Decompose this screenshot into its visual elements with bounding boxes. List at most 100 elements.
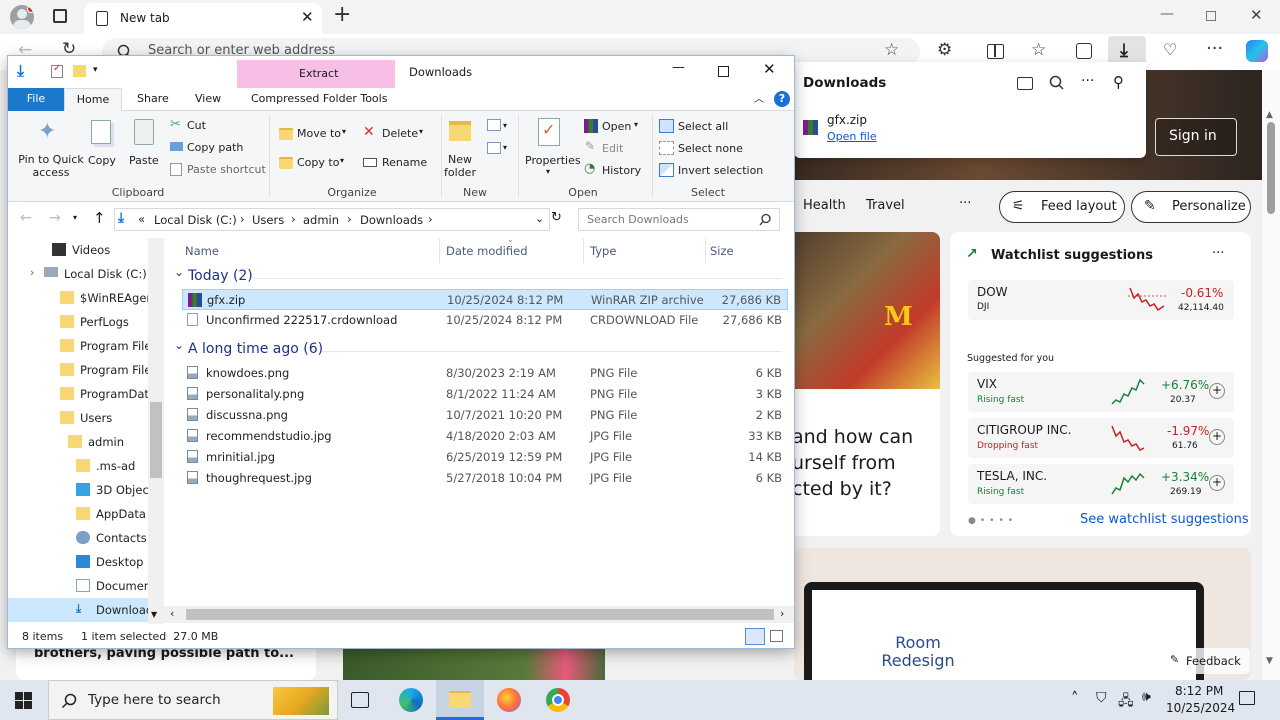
nav-item[interactable]: AppData xyxy=(8,502,148,526)
move-to-button[interactable]: Move to xyxy=(297,127,341,140)
tab-view[interactable]: View xyxy=(195,92,221,105)
security-tray-icon[interactable]: ⛉ xyxy=(1096,690,1107,706)
tab-compressed-folder-tools[interactable]: Compressed Folder Tools xyxy=(251,92,387,105)
breadcrumb[interactable]: ⤓ « Local Disk (C:) › Users › admin › Do… xyxy=(114,208,550,231)
nav-item[interactable]: Contacts xyxy=(8,526,148,550)
column-divider[interactable] xyxy=(439,238,440,263)
copy-button[interactable]: Copy xyxy=(88,154,116,167)
move-to-dropdown-icon[interactable]: ▾ xyxy=(342,127,346,136)
feedback-button[interactable]: ✎ Feedback xyxy=(1162,648,1250,674)
column-type[interactable]: Type xyxy=(590,244,616,258)
personalize-button[interactable]: ✎ Personalize xyxy=(1131,191,1251,223)
copy-to-button[interactable]: Copy to xyxy=(297,156,339,169)
scroll-thumb[interactable] xyxy=(1267,122,1275,214)
nav-item[interactable]: ProgramData xyxy=(8,382,156,406)
file-row[interactable]: Unconfirmed 222517.crdownload 10/25/2024 … xyxy=(182,310,788,331)
downloads-more-icon[interactable]: ··· xyxy=(1081,73,1094,89)
file-row[interactable]: discussna.png 10/7/2021 10:20 PM PNG File 2… xyxy=(182,405,788,426)
nav-item[interactable]: › Local Disk (C:) xyxy=(8,262,148,286)
collapse-group-icon[interactable]: ⌄ xyxy=(174,265,184,279)
breadcrumb-local-disk[interactable]: Local Disk (C:) xyxy=(154,213,237,227)
scroll-down-icon[interactable]: ▼ xyxy=(1266,656,1273,666)
large-icons-view-icon[interactable] xyxy=(770,630,783,642)
watchlist-more-icon[interactable]: ··· xyxy=(1212,246,1224,261)
nav-item[interactable]: admin xyxy=(8,430,148,454)
extensions-icon[interactable]: ⚙ xyxy=(937,40,952,60)
close-window-icon[interactable]: ✕ xyxy=(1250,6,1263,24)
group-header[interactable]: ⌄ A long time ago (6) xyxy=(172,338,782,361)
profile-avatar[interactable] xyxy=(10,5,34,29)
easy-access-dropdown-icon[interactable]: ▾ xyxy=(503,143,507,152)
column-name[interactable]: Name xyxy=(185,244,219,258)
copilot-icon[interactable] xyxy=(1246,40,1268,62)
qa-dropdown-icon[interactable]: ▾ xyxy=(93,65,98,75)
explorer-back-icon[interactable]: ← xyxy=(20,210,32,226)
properties-dropdown-icon[interactable]: ▾ xyxy=(546,167,550,176)
tab-file[interactable]: File xyxy=(8,88,64,111)
nav-item[interactable]: 3D Objects xyxy=(8,478,159,502)
address-dropdown-icon[interactable]: ⌄ xyxy=(535,212,544,225)
open-folder-icon[interactable] xyxy=(1017,77,1033,90)
properties-button[interactable]: Properties xyxy=(525,154,581,167)
help-icon[interactable]: ? xyxy=(774,91,790,107)
performance-icon[interactable]: ♡ xyxy=(1163,40,1177,59)
group-header[interactable]: ⌄ Today (2) xyxy=(172,265,782,288)
cut-button[interactable]: Cut xyxy=(187,119,206,132)
explorer-maximize-icon[interactable] xyxy=(718,66,729,77)
easy-access-icon[interactable] xyxy=(487,142,501,154)
stock-row-citigroup[interactable]: CITIGROUP INC. Dropping fast -1.97% 61.7… xyxy=(968,418,1234,458)
see-watchlist-link[interactable]: See watchlist suggestions xyxy=(1080,512,1249,527)
nav-item[interactable]: Users xyxy=(8,406,148,430)
nav-scrollbar[interactable]: ▼ xyxy=(148,238,164,624)
nav-travel[interactable]: Travel xyxy=(866,198,905,213)
nav-item[interactable]: Documents xyxy=(8,574,162,598)
nav-more-icon[interactable]: ··· xyxy=(959,196,971,211)
promo-card[interactable]: Room Redesign ✎ Feedback xyxy=(794,548,1251,680)
new-folder-qa-icon[interactable] xyxy=(73,65,86,77)
nav-health[interactable]: Health xyxy=(803,198,846,213)
nav-scroll-down-icon[interactable]: ▼ xyxy=(151,610,157,619)
clock-date[interactable]: 10/25/2024 xyxy=(1166,701,1235,715)
tab-actions-icon[interactable] xyxy=(53,9,67,23)
windows-start-icon[interactable] xyxy=(15,692,32,709)
file-explorer-taskbar-button[interactable] xyxy=(436,680,484,720)
copy-path-button[interactable]: Copy path xyxy=(187,141,243,154)
h-scroll-thumb[interactable] xyxy=(186,609,774,620)
breadcrumb-admin[interactable]: admin xyxy=(303,213,339,227)
close-tab-icon[interactable]: ✕ xyxy=(301,8,314,26)
select-none-button[interactable]: Select none xyxy=(678,142,743,155)
new-item-icon[interactable] xyxy=(487,119,501,131)
file-row[interactable]: mrinitial.jpg 6/25/2019 12:59 PM JPG File 1… xyxy=(182,447,788,468)
nav-item[interactable]: .ms-ad xyxy=(8,454,148,478)
explorer-refresh-icon[interactable]: ↻ xyxy=(551,210,562,225)
download-file-name[interactable]: gfx.zip xyxy=(827,113,867,127)
column-size[interactable]: Size xyxy=(710,244,734,258)
file-row[interactable]: knowdoes.png 8/30/2023 2:19 AM PNG File 6 K… xyxy=(182,363,788,384)
restore-icon[interactable] xyxy=(1206,11,1216,21)
new-folder-button[interactable]: New folder xyxy=(441,153,479,179)
feed-layout-button[interactable]: ⚟ Feed layout xyxy=(999,191,1125,223)
delete-dropdown-icon[interactable]: ▾ xyxy=(419,127,423,136)
column-date-modified[interactable]: Date modified xyxy=(446,244,528,258)
split-screen-icon[interactable] xyxy=(987,44,1004,59)
add-stock-icon[interactable]: + xyxy=(1209,475,1225,491)
firefox-taskbar-icon[interactable] xyxy=(497,688,521,712)
nav-item[interactable]: Videos xyxy=(8,238,148,262)
edit-button[interactable]: Edit xyxy=(602,142,623,155)
open-button[interactable]: Open xyxy=(602,120,631,133)
explorer-minimize-icon[interactable]: — xyxy=(672,60,685,75)
dow-row[interactable]: DOW DJI -0.61% 42,114.40 xyxy=(968,280,1234,320)
favorites-icon[interactable]: ☆ xyxy=(1031,40,1046,60)
favorite-star-icon[interactable]: ☆ xyxy=(884,40,899,60)
file-row[interactable]: recommendstudio.jpg 4/18/2020 2:03 AM JPG … xyxy=(182,426,788,447)
nav-item[interactable]: PerfLogs xyxy=(8,310,148,334)
rename-button[interactable]: Rename xyxy=(382,156,427,169)
nav-scroll-thumb[interactable] xyxy=(150,402,162,478)
explorer-forward-icon[interactable]: → xyxy=(49,210,61,226)
column-divider[interactable] xyxy=(705,238,706,263)
add-stock-icon[interactable]: + xyxy=(1209,383,1225,399)
details-view-icon[interactable] xyxy=(745,628,765,645)
stock-row-vix[interactable]: VIX Rising fast +6.76% 20.37 + xyxy=(968,372,1234,412)
paste-button[interactable]: Paste xyxy=(129,154,159,167)
open-file-link[interactable]: Open file xyxy=(827,130,877,143)
